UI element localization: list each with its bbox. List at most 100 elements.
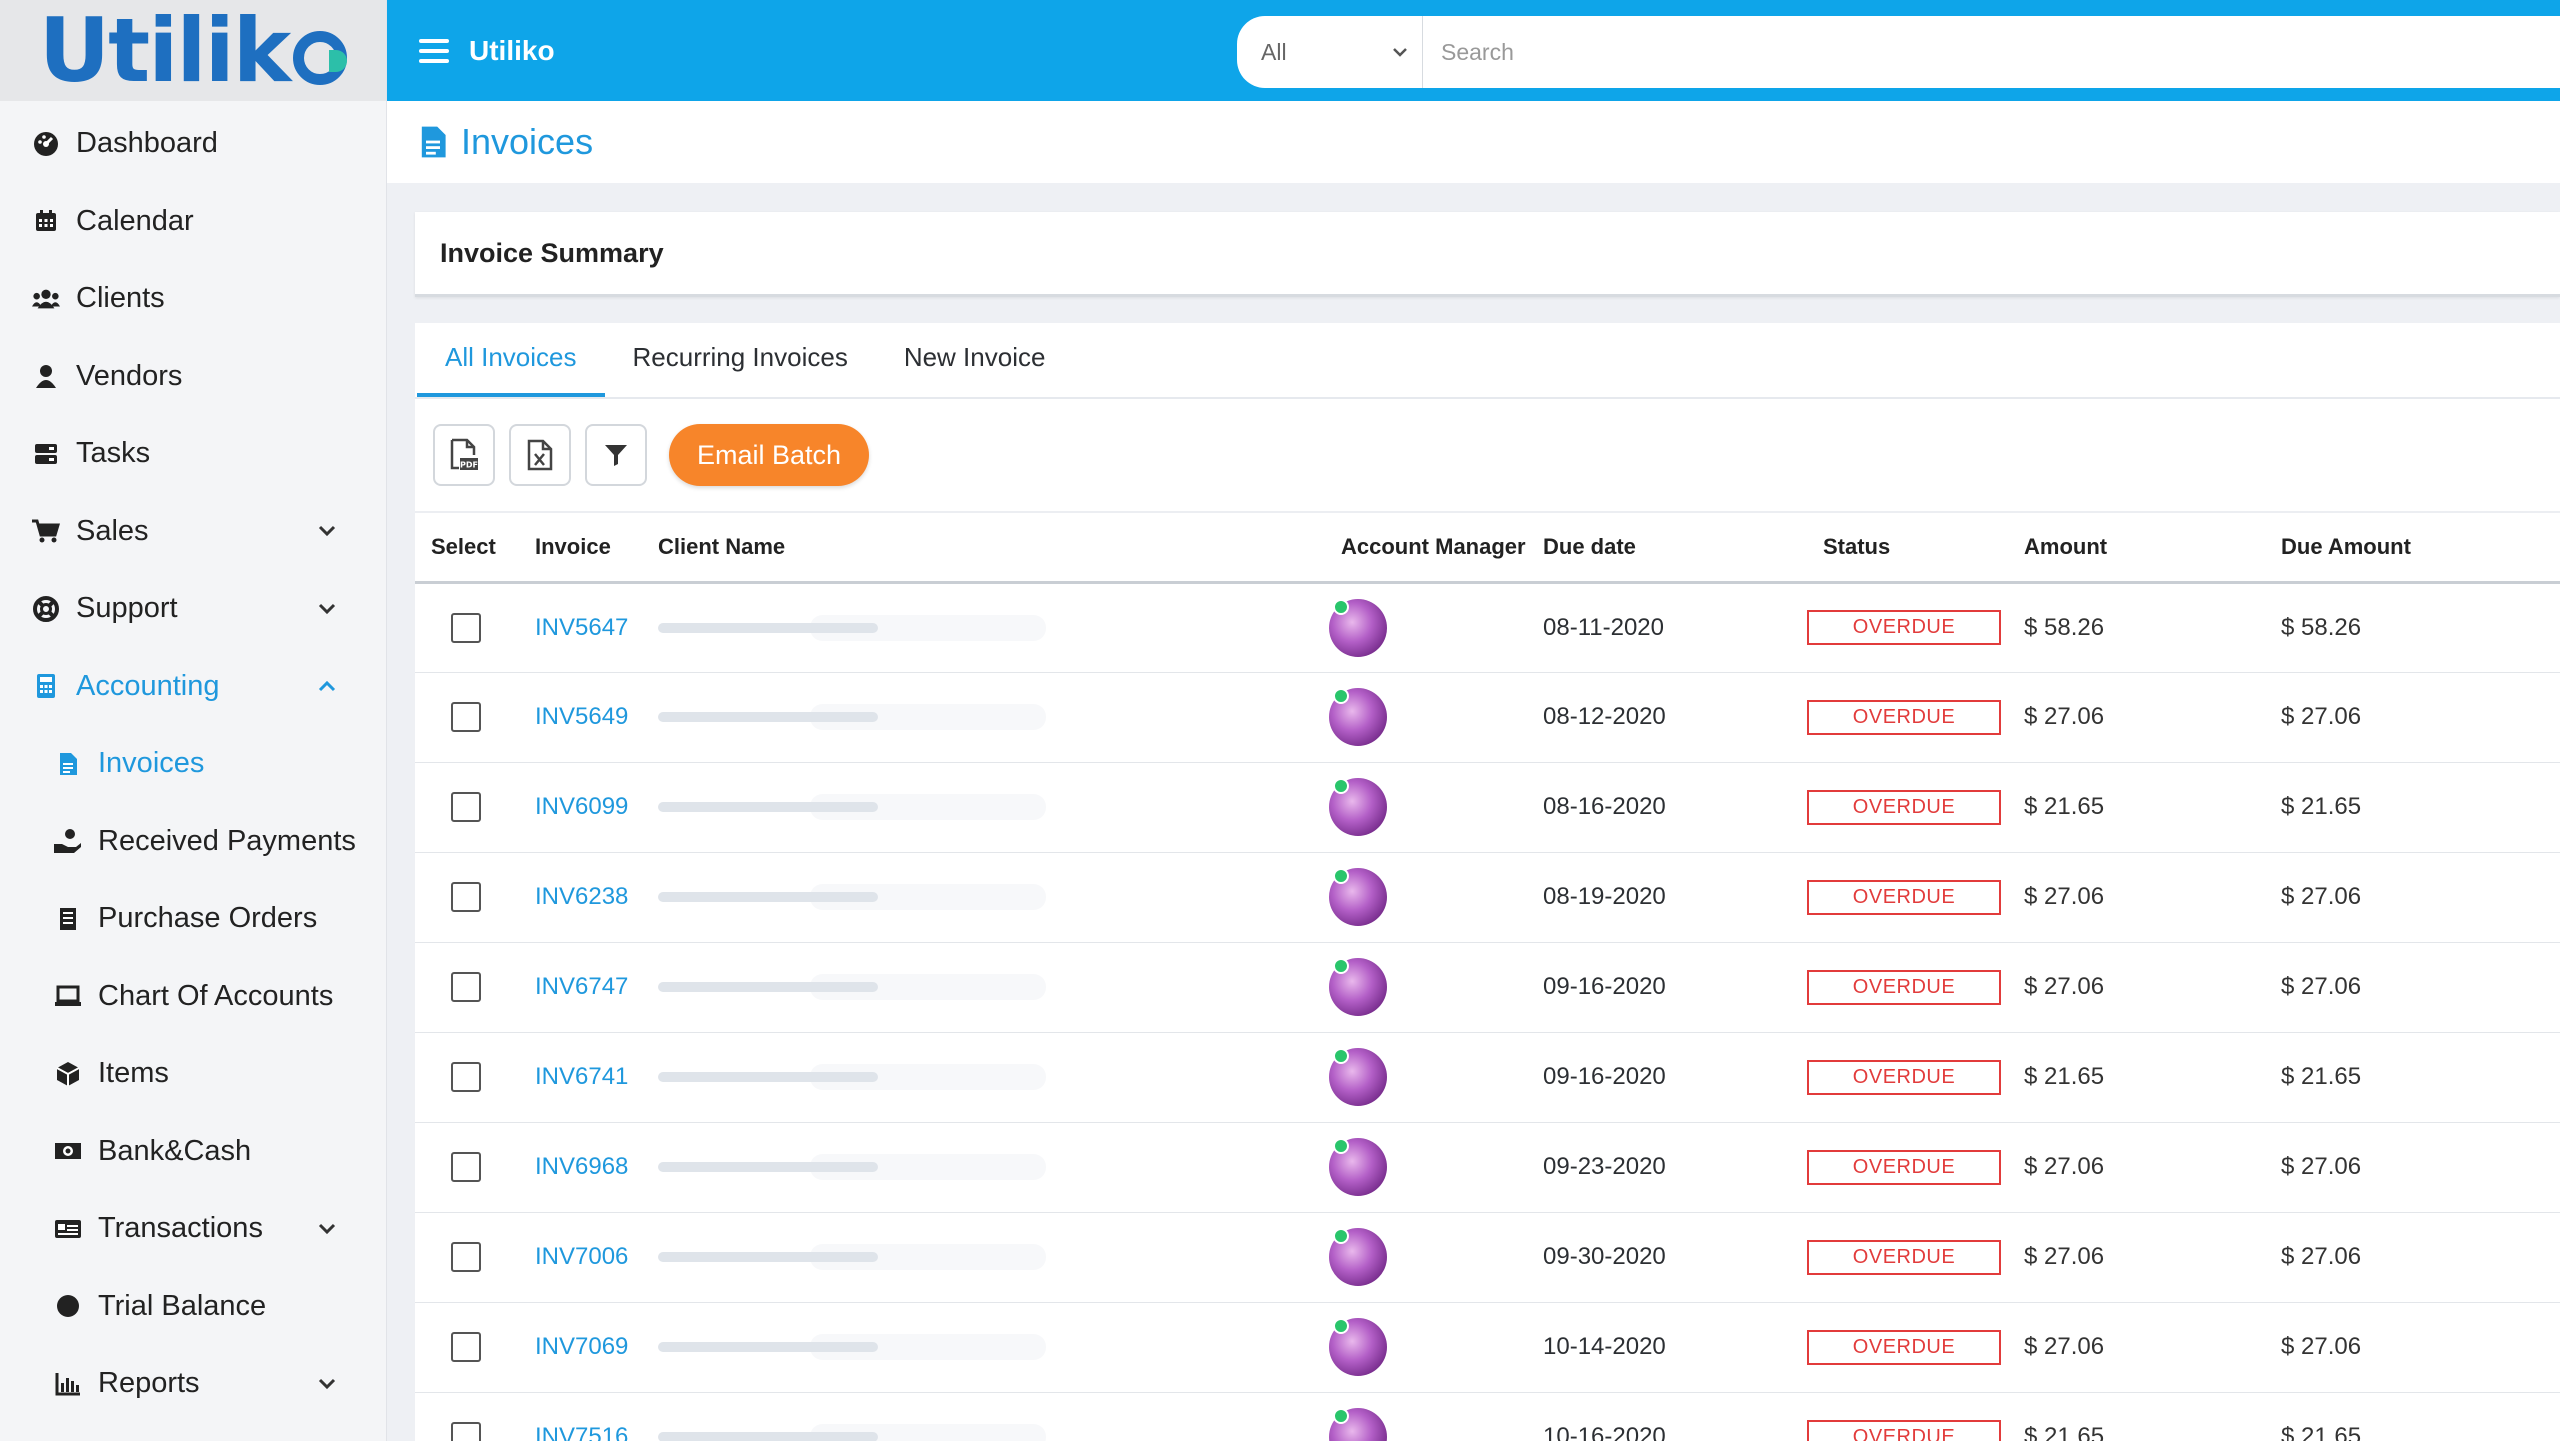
- table-row[interactable]: INV5649 08-12-2020 OVERDUE $ 27.06 $ 27.…: [415, 672, 2560, 763]
- table-row[interactable]: INV7516 10-16-2020 OVERDUE $ 21.65 $ 21.…: [415, 1392, 2560, 1441]
- sidebar-item-trial-balance[interactable]: Trial Balance: [0, 1268, 386, 1346]
- logo[interactable]: Utilik: [0, 0, 386, 101]
- sidebar-item-accounting[interactable]: Accounting: [0, 648, 386, 726]
- row-checkbox[interactable]: [451, 1152, 481, 1182]
- due-amount-cell: $ 58.26: [2265, 582, 2560, 673]
- export-excel-button[interactable]: [509, 424, 571, 486]
- status-badge: OVERDUE: [1807, 789, 2001, 825]
- select-cell: [415, 942, 519, 1033]
- invoice-link[interactable]: INV7516: [535, 1423, 628, 1441]
- column-header[interactable]: Invoice: [519, 511, 642, 584]
- sidebar-item-purchase-orders[interactable]: Purchase Orders: [0, 880, 386, 958]
- avatar[interactable]: [1329, 778, 1387, 836]
- invoice-link[interactable]: INV6747: [535, 973, 628, 1000]
- svg-text:PDF: PDF: [460, 461, 478, 470]
- row-checkbox[interactable]: [451, 702, 481, 732]
- calculator-icon: [32, 672, 60, 700]
- account-manager-cell: [1325, 1392, 1527, 1441]
- avatar[interactable]: [1329, 1138, 1387, 1196]
- select-cell: [415, 1392, 519, 1441]
- account-manager-cell: [1325, 942, 1527, 1033]
- column-header[interactable]: Due Amount: [2265, 511, 2560, 584]
- user-icon: [32, 362, 60, 390]
- amount-cell: $ 21.65: [2008, 762, 2265, 853]
- search-input[interactable]: [1423, 16, 2560, 88]
- client-name-redacted: [658, 712, 878, 722]
- invoice-link[interactable]: INV7006: [535, 1243, 628, 1270]
- invoice-cell: INV6968: [519, 1122, 642, 1213]
- search-scope-select[interactable]: All: [1237, 16, 1423, 88]
- column-header[interactable]: Amount: [2008, 511, 2265, 584]
- sidebar-item-clients[interactable]: Clients: [0, 260, 386, 338]
- row-checkbox[interactable]: [451, 972, 481, 1002]
- chevron-down-icon[interactable]: [316, 598, 338, 620]
- table-row[interactable]: INV6238 08-19-2020 OVERDUE $ 27.06 $ 27.…: [415, 852, 2560, 943]
- row-checkbox[interactable]: [451, 1062, 481, 1092]
- hamburger-menu-icon[interactable]: [419, 38, 449, 63]
- sidebar-item-label: Items: [98, 1057, 169, 1090]
- invoice-link[interactable]: INV6741: [535, 1063, 628, 1090]
- invoices-table: Select Invoice Client Name Account Manag…: [415, 511, 2560, 1441]
- table-row[interactable]: INV6741 09-16-2020 OVERDUE $ 21.65 $ 21.…: [415, 1032, 2560, 1123]
- invoice-link[interactable]: INV5647: [535, 614, 628, 641]
- table-row[interactable]: INV6747 09-16-2020 OVERDUE $ 27.06 $ 27.…: [415, 942, 2560, 1033]
- tab-new-invoice[interactable]: New Invoice: [876, 321, 1074, 397]
- avatar[interactable]: [1329, 868, 1387, 926]
- avatar[interactable]: [1329, 688, 1387, 746]
- row-checkbox[interactable]: [451, 1422, 481, 1441]
- invoice-cell: INV5649: [519, 672, 642, 763]
- invoice-link[interactable]: INV6968: [535, 1153, 628, 1180]
- avatar[interactable]: [1329, 1048, 1387, 1106]
- status-cell: OVERDUE: [1807, 672, 2008, 763]
- avatar[interactable]: [1329, 1318, 1387, 1376]
- table-row[interactable]: INV5647 08-11-2020 OVERDUE $ 58.26 $ 58.…: [415, 582, 2560, 673]
- sidebar-item-label: Vendors: [76, 359, 183, 392]
- avatar[interactable]: [1329, 598, 1387, 657]
- row-checkbox[interactable]: [451, 882, 481, 912]
- table-row[interactable]: INV6099 08-16-2020 OVERDUE $ 21.65 $ 21.…: [415, 762, 2560, 853]
- row-checkbox[interactable]: [451, 792, 481, 822]
- avatar[interactable]: [1329, 1228, 1387, 1286]
- export-pdf-button[interactable]: PDF: [433, 424, 495, 486]
- column-header[interactable]: Client Name: [642, 511, 1325, 584]
- table-row[interactable]: INV7069 10-14-2020 OVERDUE $ 27.06 $ 27.…: [415, 1302, 2560, 1393]
- invoice-link[interactable]: INV6099: [535, 793, 628, 820]
- sidebar-item-reports[interactable]: Reports: [0, 1345, 386, 1423]
- invoice-link[interactable]: INV7069: [535, 1333, 628, 1360]
- sidebar-item-items[interactable]: Items: [0, 1035, 386, 1113]
- column-header[interactable]: Due date: [1527, 511, 1807, 584]
- sidebar-item-support[interactable]: Support: [0, 570, 386, 648]
- email-batch-button[interactable]: Email Batch: [669, 424, 870, 486]
- chevron-down-icon[interactable]: [316, 1218, 338, 1240]
- sidebar-item-vendors[interactable]: Vendors: [0, 338, 386, 416]
- tab-all-invoices[interactable]: All Invoices: [417, 321, 605, 397]
- sidebar-item-received-payments[interactable]: Received Payments: [0, 803, 386, 881]
- sidebar-item-tasks[interactable]: Tasks: [0, 415, 386, 493]
- table-row[interactable]: INV6968 09-23-2020 OVERDUE $ 27.06 $ 27.…: [415, 1122, 2560, 1213]
- chevron-down-icon[interactable]: [316, 520, 338, 542]
- status-badge: OVERDUE: [1807, 969, 2001, 1005]
- column-header[interactable]: Status: [1807, 511, 2008, 584]
- row-checkbox[interactable]: [451, 1332, 481, 1362]
- table-row[interactable]: INV7006 09-30-2020 OVERDUE $ 27.06 $ 27.…: [415, 1212, 2560, 1303]
- invoice-summary-card[interactable]: Invoice Summary: [415, 212, 2560, 297]
- invoice-link[interactable]: INV5649: [535, 703, 628, 730]
- sidebar-item-transactions[interactable]: Transactions: [0, 1190, 386, 1268]
- column-header[interactable]: Account Manager: [1325, 511, 1527, 584]
- sidebar-item-calendar[interactable]: Calendar: [0, 183, 386, 261]
- invoice-link[interactable]: INV6238: [535, 883, 628, 910]
- avatar[interactable]: [1329, 958, 1387, 1016]
- sidebar-item-dashboard[interactable]: Dashboard: [0, 105, 386, 183]
- tab-recurring-invoices[interactable]: Recurring Invoices: [605, 321, 876, 397]
- sidebar-item-invoices[interactable]: Invoices: [0, 725, 386, 803]
- chevron-up-icon[interactable]: [316, 675, 338, 697]
- due-amount-cell: $ 27.06: [2265, 1302, 2560, 1393]
- row-checkbox[interactable]: [451, 612, 481, 643]
- chevron-down-icon[interactable]: [316, 1373, 338, 1395]
- sidebar-item-chart-of-accounts[interactable]: Chart Of Accounts: [0, 958, 386, 1036]
- row-checkbox[interactable]: [451, 1242, 481, 1272]
- filter-button[interactable]: [585, 424, 647, 486]
- avatar[interactable]: [1329, 1408, 1387, 1441]
- sidebar-item-bank-cash[interactable]: Bank&Cash: [0, 1113, 386, 1191]
- sidebar-item-sales[interactable]: Sales: [0, 493, 386, 571]
